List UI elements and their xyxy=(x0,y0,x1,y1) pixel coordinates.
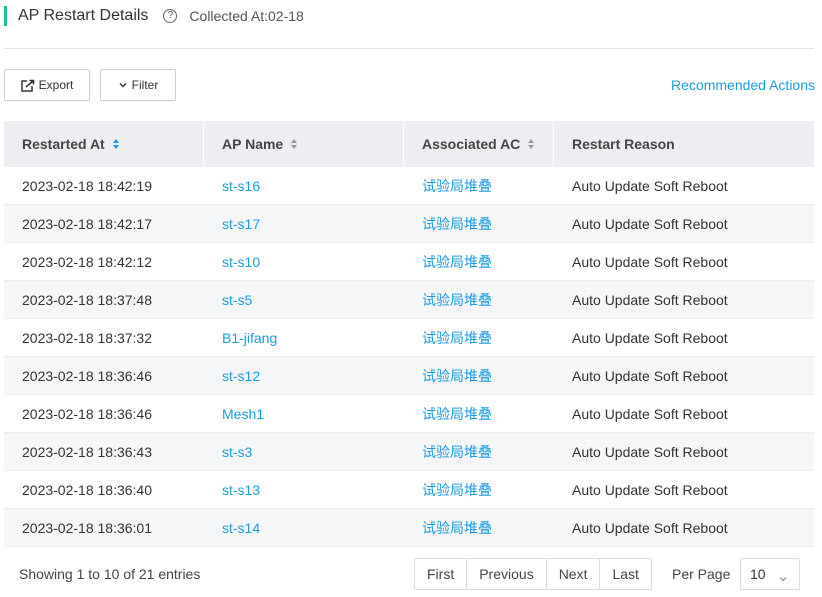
filter-button[interactable]: Filter xyxy=(100,69,176,101)
cell-restarted-at: 2023-02-18 18:36:40 xyxy=(22,481,152,498)
table-body: 2023-02-18 18:42:19 st-s16 试验局堆叠 Auto Updat… xyxy=(4,167,814,547)
entries-summary: Showing 1 to 10 of 21 entries xyxy=(19,566,201,582)
ap-name-link[interactable]: B1-jifang xyxy=(204,330,404,346)
sort-icon[interactable] xyxy=(528,139,535,149)
table-row: 2023-02-18 18:36:43 st-s3 试验局堆叠 Auto Update… xyxy=(4,433,814,471)
sort-icon[interactable] xyxy=(112,139,119,149)
ap-name-link[interactable]: st-s5 xyxy=(204,292,404,308)
cell-restart-reason: Auto Update Soft Reboot xyxy=(572,215,728,232)
cell-restarted-at: 2023-02-18 18:42:12 xyxy=(22,253,152,270)
pagination: First Previous Next Last xyxy=(414,558,652,590)
restart-table: Restarted At AP Name Associated AC Resta… xyxy=(4,121,814,547)
associated-ac-link[interactable]: 试验局堆叠 xyxy=(404,518,554,538)
cell-restart-reason: Auto Update Soft Reboot xyxy=(572,329,728,346)
filter-label: Filter xyxy=(131,78,159,92)
associated-ac-link[interactable]: 试验局堆叠 xyxy=(404,442,554,462)
column-header-restarted-at[interactable]: Restarted At xyxy=(4,121,204,167)
page-header: AP Restart Details ? Collected At:02-18 xyxy=(4,4,304,28)
table-row: 2023-02-18 18:36:01 st-s14 试验局堆叠 Auto Updat… xyxy=(4,509,814,547)
cell-restart-reason: Auto Update Soft Reboot xyxy=(572,443,728,460)
cell-restarted-at: 2023-02-18 18:36:43 xyxy=(22,443,152,460)
export-label: Export xyxy=(38,78,74,92)
ap-name-link[interactable]: st-s13 xyxy=(204,482,404,498)
table-row: 2023-02-18 18:36:46 Mesh1 试验局堆叠 Auto Update… xyxy=(4,395,814,433)
column-header-ap-name[interactable]: AP Name xyxy=(204,121,404,167)
associated-ac-link[interactable]: 试验局堆叠 xyxy=(404,176,554,196)
cell-restart-reason: Auto Update Soft Reboot xyxy=(572,367,728,384)
export-icon xyxy=(20,78,35,92)
associated-ac-link[interactable]: 试验局堆叠 xyxy=(404,366,554,386)
cell-restarted-at: 2023-02-18 18:37:48 xyxy=(22,291,152,308)
associated-ac-link[interactable]: 试验局堆叠 xyxy=(404,404,554,424)
ap-name-link[interactable]: st-s16 xyxy=(204,178,404,194)
column-header-restart-reason: Restart Reason xyxy=(554,121,814,167)
ap-name-link[interactable]: Mesh1 xyxy=(204,406,404,422)
ap-name-link[interactable]: st-s14 xyxy=(204,520,404,536)
ap-name-link[interactable]: st-s17 xyxy=(204,216,404,232)
first-page-button[interactable]: First xyxy=(415,559,468,589)
cell-restart-reason: Auto Update Soft Reboot xyxy=(572,519,728,536)
cell-restart-reason: Auto Update Soft Reboot xyxy=(572,405,728,422)
export-button[interactable]: Export xyxy=(4,69,90,101)
column-header-associated-ac[interactable]: Associated AC xyxy=(404,121,554,167)
associated-ac-link[interactable]: 试验局堆叠 xyxy=(404,328,554,348)
collected-at: Collected At:02-18 xyxy=(189,8,304,24)
chevron-down-icon xyxy=(118,81,128,89)
cell-restarted-at: 2023-02-18 18:36:46 xyxy=(22,367,152,384)
chevron-down-icon xyxy=(778,570,788,586)
associated-ac-link[interactable]: 试验局堆叠 xyxy=(404,252,554,272)
table-row: 2023-02-18 18:36:40 st-s13 试验局堆叠 Auto Updat… xyxy=(4,471,814,509)
per-page-value: 10 xyxy=(750,566,766,582)
column-label: AP Name xyxy=(222,136,284,152)
table-row: 2023-02-18 18:37:48 st-s5 试验局堆叠 Auto Update… xyxy=(4,281,814,319)
last-page-button[interactable]: Last xyxy=(600,559,650,589)
cell-restarted-at: 2023-02-18 18:42:19 xyxy=(22,177,152,194)
per-page-select[interactable]: 10 xyxy=(740,558,800,590)
column-label: Restart Reason xyxy=(572,136,675,152)
cell-restart-reason: Auto Update Soft Reboot xyxy=(572,253,728,270)
table-header: Restarted At AP Name Associated AC Resta… xyxy=(4,121,814,167)
cell-restart-reason: Auto Update Soft Reboot xyxy=(572,291,728,308)
cell-restart-reason: Auto Update Soft Reboot xyxy=(572,481,728,498)
associated-ac-link[interactable]: 试验局堆叠 xyxy=(404,290,554,310)
ap-name-link[interactable]: st-s10 xyxy=(204,254,404,270)
cell-restarted-at: 2023-02-18 18:37:32 xyxy=(22,329,152,346)
header-divider xyxy=(4,48,814,49)
table-row: 2023-02-18 18:36:46 st-s12 试验局堆叠 Auto Updat… xyxy=(4,357,814,395)
next-page-button[interactable]: Next xyxy=(547,559,601,589)
table-row: 2023-02-18 18:42:12 st-s10 试验局堆叠 Auto Updat… xyxy=(4,243,814,281)
cell-restarted-at: 2023-02-18 18:36:46 xyxy=(22,405,152,422)
table-row: 2023-02-18 18:42:17 st-s17 试验局堆叠 Auto Updat… xyxy=(4,205,814,243)
cell-restart-reason: Auto Update Soft Reboot xyxy=(572,177,728,194)
table-row: 2023-02-18 18:42:19 st-s16 试验局堆叠 Auto Updat… xyxy=(4,167,814,205)
per-page-label: Per Page xyxy=(672,566,731,582)
associated-ac-link[interactable]: 试验局堆叠 xyxy=(404,480,554,500)
ap-name-link[interactable]: st-s3 xyxy=(204,444,404,460)
cell-restarted-at: 2023-02-18 18:42:17 xyxy=(22,215,152,232)
previous-page-button[interactable]: Previous xyxy=(467,559,547,589)
column-label: Restarted At xyxy=(22,136,105,152)
table-row: 2023-02-18 18:37:32 B1-jifang 试验局堆叠 Auto Up… xyxy=(4,319,814,357)
recommended-actions-link[interactable]: Recommended Actions xyxy=(671,77,815,93)
page-title: AP Restart Details xyxy=(18,7,149,24)
title-accent-bar xyxy=(4,6,7,26)
ap-name-link[interactable]: st-s12 xyxy=(204,368,404,384)
column-label: Associated AC xyxy=(422,136,521,152)
cell-restarted-at: 2023-02-18 18:36:01 xyxy=(22,519,152,536)
sort-icon[interactable] xyxy=(291,139,298,149)
associated-ac-link[interactable]: 试验局堆叠 xyxy=(404,214,554,234)
help-icon[interactable]: ? xyxy=(163,9,178,23)
